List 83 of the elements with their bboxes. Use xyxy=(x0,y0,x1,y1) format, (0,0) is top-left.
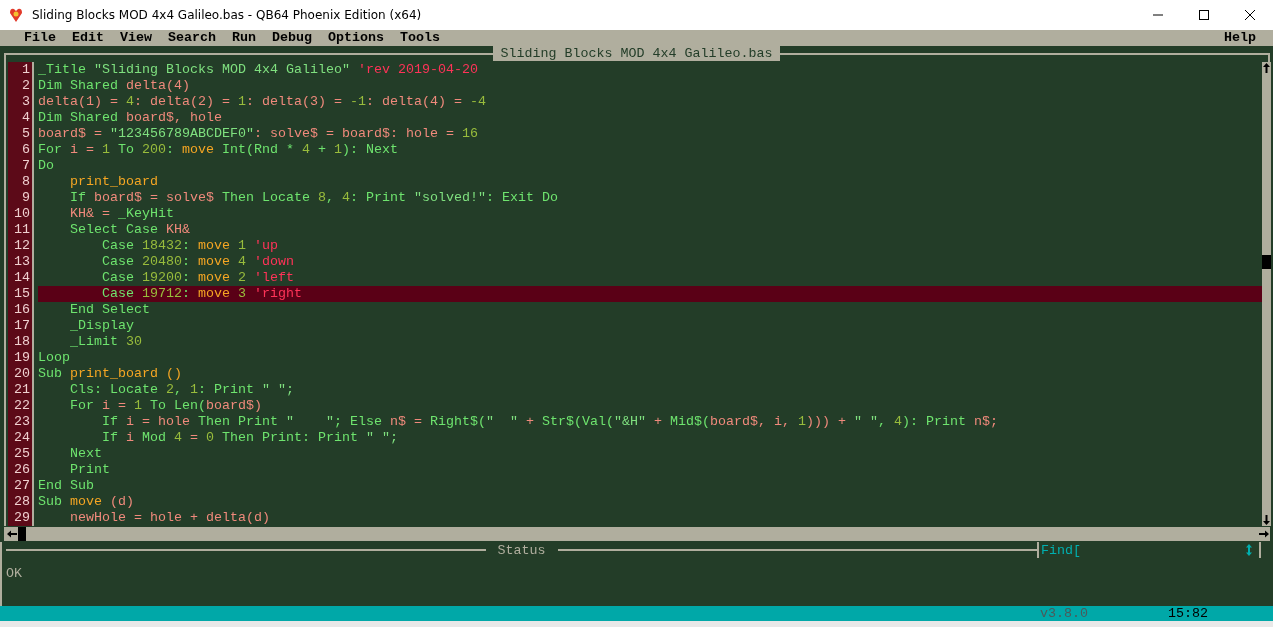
code-line[interactable]: _Display xyxy=(38,318,1262,334)
menu-item[interactable]: Edit xyxy=(72,30,104,46)
scroll-up-icon[interactable] xyxy=(1262,62,1271,74)
code-line[interactable]: Case 19200: move 2 'left xyxy=(38,270,1262,286)
code-line[interactable]: If board$ = solve$ Then Locate 8, 4: Print "solved!": Exit Do xyxy=(38,190,1262,206)
code-line[interactable]: KH& = _KeyHit xyxy=(38,206,1262,222)
line-number: 27 xyxy=(13,478,31,494)
menu-item[interactable]: Search xyxy=(168,30,216,46)
code-line[interactable]: Loop xyxy=(38,350,1262,366)
status-title: Status xyxy=(496,542,547,558)
line-number: 19 xyxy=(13,350,31,366)
line-number: 10 xyxy=(13,206,31,222)
code-line[interactable]: End Sub xyxy=(38,478,1262,494)
line-number: 25 xyxy=(13,446,31,462)
window-title: Sliding Blocks MOD 4x4 Galileo.bas - QB64 Phoenix Edition (x64) xyxy=(32,8,423,22)
line-number: 22 xyxy=(13,398,31,414)
horizontal-scrollbar[interactable] xyxy=(6,527,1270,541)
line-number: 14 xyxy=(13,270,31,286)
line-number: 20 xyxy=(13,366,31,382)
line-number: 5 xyxy=(21,126,31,142)
code-line[interactable]: Select Case KH& xyxy=(38,222,1262,238)
code-line[interactable]: delta(1) = 4: delta(2) = 1: delta(3) = -1: delta(4) = -4 xyxy=(38,94,1262,110)
code-line[interactable]: Case 18432: move 1 'up xyxy=(38,238,1262,254)
version-label: v3.8.0 xyxy=(1040,606,1088,621)
code-line[interactable]: _Limit 30 xyxy=(38,334,1262,350)
line-number: 26 xyxy=(13,462,31,478)
close-icon xyxy=(1244,9,1256,21)
code-line[interactable]: Sub move (d) xyxy=(38,494,1262,510)
line-number: 12 xyxy=(13,238,31,254)
line-number: 16 xyxy=(13,302,31,318)
app-icon xyxy=(8,7,24,23)
line-number: 29 xyxy=(13,510,31,526)
line-number: 15 xyxy=(13,286,31,302)
line-number: 28 xyxy=(13,494,31,510)
code-line[interactable]: newHole = hole + delta(d) xyxy=(38,510,1262,526)
line-number: 18 xyxy=(13,334,31,350)
line-number: 9 xyxy=(21,190,31,206)
code-line[interactable]: Dim Shared board$, hole xyxy=(38,110,1262,126)
cursor-position: 15:82 xyxy=(1168,606,1208,621)
menu-item[interactable]: Tools xyxy=(400,30,440,46)
line-number: 8 xyxy=(21,174,31,190)
code-line[interactable]: Dim Shared delta(4) xyxy=(38,78,1262,94)
scroll-thumb[interactable] xyxy=(1262,255,1271,269)
find-field[interactable]: Find[ xyxy=(1037,542,1261,558)
code-line[interactable]: Case 20480: move 4 'down xyxy=(38,254,1262,270)
line-number: 4 xyxy=(21,110,31,126)
line-number: 17 xyxy=(13,318,31,334)
menu-item[interactable]: Debug xyxy=(272,30,312,46)
line-number: 3 xyxy=(21,94,31,110)
code-line[interactable]: Do xyxy=(38,158,1262,174)
code-line[interactable]: _Title "Sliding Blocks MOD 4x4 Galileo" 'rev 2019-04-20 xyxy=(38,62,1262,78)
code-line[interactable]: Sub print_board () xyxy=(38,366,1262,382)
scroll-down-icon[interactable] xyxy=(1262,514,1271,526)
line-number: 23 xyxy=(13,414,31,430)
line-number: 21 xyxy=(13,382,31,398)
status-output: OK xyxy=(6,565,22,582)
maximize-icon xyxy=(1198,9,1210,21)
code-line[interactable]: print_board xyxy=(38,174,1262,190)
scroll-thumb[interactable] xyxy=(18,527,26,541)
editor-title: Sliding Blocks MOD 4x4 Galileo.bas xyxy=(492,46,781,61)
code-line[interactable]: End Select xyxy=(38,302,1262,318)
menu-item[interactable]: File xyxy=(24,30,56,46)
line-number: 11 xyxy=(13,222,31,238)
code-line[interactable]: For i = 1 To 200: move Int(Rnd * 4 + 1): Next xyxy=(38,142,1262,158)
menu-item[interactable]: View xyxy=(120,30,152,46)
line-number: 7 xyxy=(21,158,31,174)
code-line[interactable]: Print xyxy=(38,462,1262,478)
help-menu[interactable]: Help xyxy=(1224,30,1256,46)
line-number: 24 xyxy=(13,430,31,446)
code-line[interactable]: If i Mod 4 = 0 Then Print: Print " "; xyxy=(38,430,1262,446)
menu-item[interactable]: Options xyxy=(328,30,384,46)
code-line[interactable]: For i = 1 To Len(board$) xyxy=(38,398,1262,414)
up-down-arrow-icon[interactable] xyxy=(1245,544,1253,556)
vertical-scrollbar[interactable] xyxy=(1262,62,1271,526)
line-number: 1 xyxy=(21,62,31,78)
code-line[interactable]: board$ = "123456789ABCDEF0": solve$ = board$: hole = 16 xyxy=(38,126,1262,142)
menu-item[interactable]: Run xyxy=(232,30,256,46)
line-number: 13 xyxy=(13,254,31,270)
code-line[interactable]: If i = hole Then Print " "; Else n$ = Right$(" " + Str$(Val("&H" + Mid$(board$, i, 1))) + " ", 4): Print n$; xyxy=(38,414,1262,430)
code-line[interactable]: Next xyxy=(38,446,1262,462)
line-number: 6 xyxy=(21,142,31,158)
code-line[interactable]: Cls: Locate 2, 1: Print " "; xyxy=(38,382,1262,398)
line-number: 2 xyxy=(21,78,31,94)
